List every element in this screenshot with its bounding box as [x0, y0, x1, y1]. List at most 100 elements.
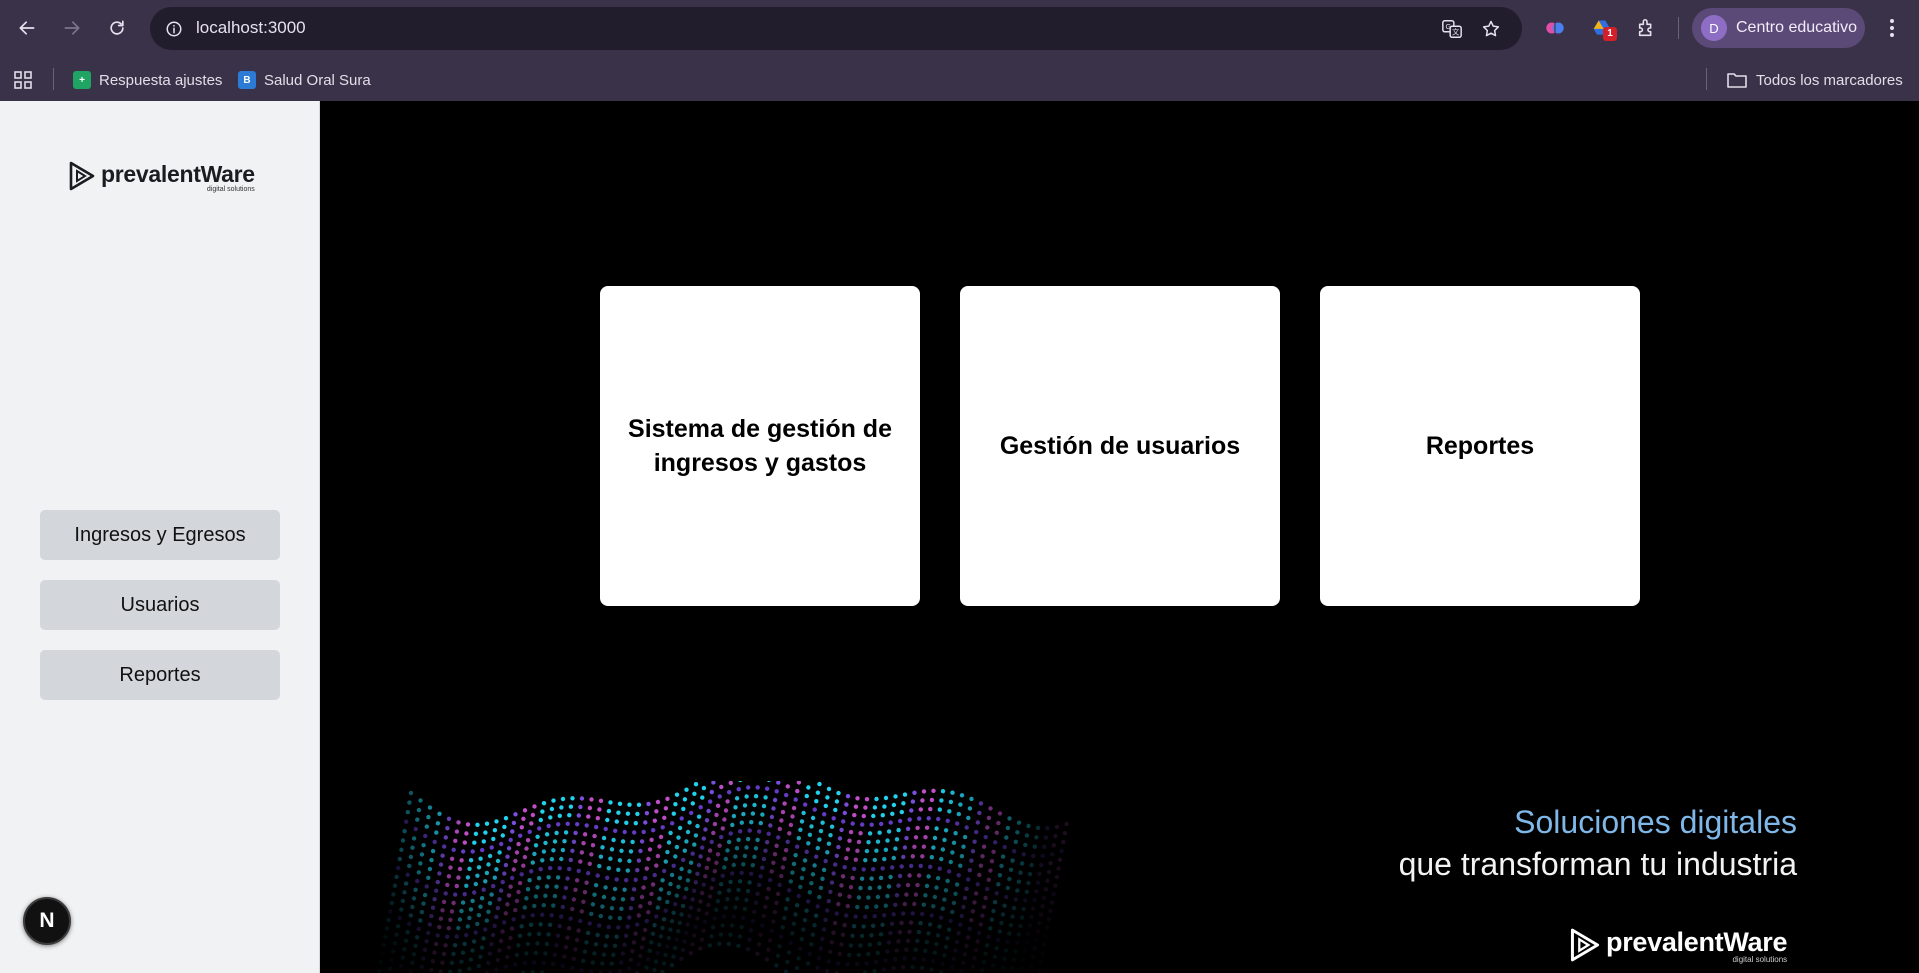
wave-dot [856, 839, 862, 845]
wave-dot [947, 809, 952, 814]
extensions-puzzle-icon[interactable] [1634, 15, 1660, 41]
wave-dot [435, 933, 440, 938]
wave-dot [902, 845, 908, 850]
wave-dot [881, 967, 887, 972]
wave-dot [861, 867, 866, 872]
wave-dot [584, 823, 589, 828]
wave-dot [948, 799, 954, 805]
slogan-line-2: que transforman tu industria [1398, 846, 1797, 882]
wave-dot [793, 797, 798, 802]
wave-dot [969, 858, 974, 863]
wave-dot [863, 858, 868, 863]
card-gestion-usuarios[interactable]: Gestión de usuarios [960, 286, 1280, 606]
wave-dot [421, 843, 426, 848]
wave-dot [665, 944, 670, 949]
wave-dot [400, 898, 406, 904]
wave-dot [834, 853, 839, 858]
wave-dot [1022, 948, 1028, 953]
profile-button[interactable]: D Centro educativo [1692, 8, 1865, 48]
wave-dot [555, 875, 561, 880]
wave-dot [755, 891, 760, 896]
wave-dot [1007, 816, 1012, 821]
wave-dot [918, 920, 923, 926]
wave-dot [590, 902, 596, 907]
wave-dot [885, 838, 890, 843]
wave-dot [604, 934, 610, 939]
wave-dot [731, 813, 737, 819]
wave-dot [738, 781, 743, 783]
wave-dot [628, 906, 634, 911]
wave-dot [985, 825, 990, 830]
forward-button[interactable] [56, 12, 88, 44]
bookmark-respuesta-ajustes[interactable]: + Respuesta ajustes [73, 68, 222, 92]
wave-dot [700, 795, 705, 800]
wave-dot [446, 816, 452, 821]
wave-dot [451, 847, 456, 852]
wave-dot [557, 866, 562, 871]
wave-dot [611, 896, 616, 901]
wave-dot [747, 828, 752, 833]
wave-dot [597, 807, 602, 812]
back-button[interactable] [11, 12, 43, 44]
wave-dot [753, 846, 759, 851]
wave-dot [964, 886, 969, 891]
wave-dot [609, 906, 615, 911]
drive-extension-icon[interactable]: 1 [1589, 15, 1617, 41]
wave-dot [633, 931, 638, 936]
wave-dot [415, 817, 420, 822]
wave-dot [609, 847, 615, 852]
address-bar[interactable]: localhost:3000 G文 [150, 7, 1522, 50]
wave-dot [624, 820, 629, 825]
wave-dot [434, 888, 439, 893]
wave-dot [1031, 853, 1036, 859]
wave-dot [766, 831, 771, 836]
more-menu-icon[interactable] [1880, 16, 1904, 40]
wave-dot [955, 821, 960, 826]
wave-dot [959, 854, 965, 859]
wave-dot [503, 911, 508, 916]
wave-dot [867, 885, 873, 891]
sidebar-item-usuarios[interactable]: Usuarios [40, 580, 280, 630]
url-text[interactable]: localhost:3000 [196, 18, 306, 38]
wave-dot [437, 871, 442, 876]
wave-dot [863, 914, 868, 919]
wave-dot [1054, 824, 1060, 830]
wave-dot [413, 943, 418, 948]
wave-dot [814, 799, 819, 804]
wave-dot [622, 829, 627, 835]
all-bookmarks-button[interactable]: Todos los marcadores [1726, 68, 1903, 92]
reload-button[interactable] [101, 12, 133, 44]
brain-extension-icon[interactable] [1542, 15, 1568, 41]
sidebar-item-reportes[interactable]: Reportes [40, 650, 280, 700]
wave-dot [947, 869, 952, 874]
sidebar-logo[interactable]: prevalentWare digital solutions [68, 161, 255, 194]
wave-dot [712, 916, 717, 921]
wave-dot [880, 922, 885, 927]
wave-dot [636, 858, 642, 863]
bookmark-label: Respuesta ajustes [99, 71, 223, 89]
sidebar-item-ingresos-egresos[interactable]: Ingresos y Egresos [40, 510, 280, 560]
bookmark-salud-oral-sura[interactable]: B Salud Oral Sura [238, 68, 371, 92]
wave-dot [693, 924, 698, 930]
card-reportes[interactable]: Reportes [1320, 286, 1640, 606]
wave-dot [886, 940, 892, 945]
site-info-icon[interactable] [162, 17, 186, 41]
wave-dot [920, 911, 925, 917]
translate-icon[interactable]: G文 [1440, 17, 1464, 41]
wave-dot [934, 885, 939, 890]
wave-dot [725, 848, 730, 853]
card-ingresos-gastos[interactable]: Sistema de gestión de ingresos y gastos [600, 286, 920, 606]
wave-dot [924, 939, 930, 945]
star-icon[interactable] [1479, 17, 1503, 41]
nextjs-dev-indicator[interactable]: N [23, 897, 71, 945]
wave-dot [1041, 942, 1047, 947]
wave-dot [489, 892, 494, 897]
wave-dot [551, 848, 556, 853]
wave-dot [502, 871, 507, 876]
apps-grid-icon[interactable] [13, 68, 33, 92]
wave-dot [910, 964, 915, 970]
wave-dot [1024, 889, 1029, 894]
wave-dot [777, 944, 782, 949]
wave-dot [457, 968, 462, 973]
wave-dot [551, 903, 556, 908]
